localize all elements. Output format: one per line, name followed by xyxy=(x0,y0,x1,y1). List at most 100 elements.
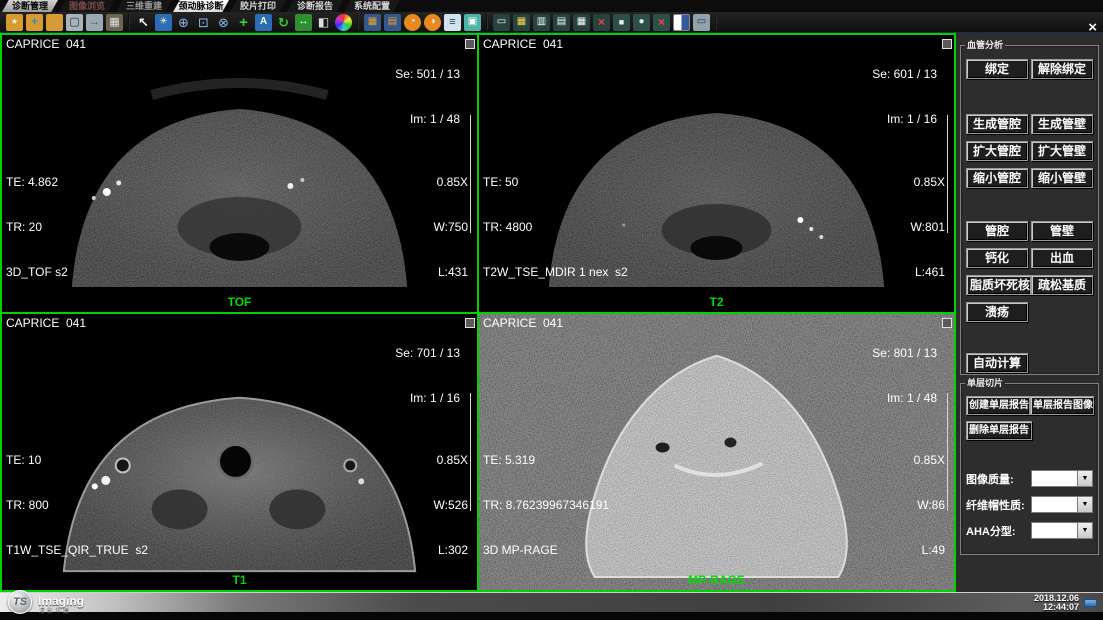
calcification-button[interactable]: 钙化 xyxy=(966,248,1028,268)
patient-id: CAPRICE 041 xyxy=(483,37,563,52)
tab-diagnosis-management[interactable]: 诊断管理 xyxy=(2,0,58,12)
patient-id: CAPRICE 041 xyxy=(483,316,563,331)
refresh-icon[interactable]: ↻ xyxy=(275,14,292,31)
view-two-row-icon[interactable]: ▤ xyxy=(553,14,570,31)
view-single-icon[interactable]: ▭ xyxy=(493,14,510,31)
folder-add-icon[interactable]: + xyxy=(26,14,43,31)
series-text: Se: 601 / 13 xyxy=(872,67,937,82)
view-two-col-icon[interactable]: ▥ xyxy=(533,14,550,31)
tr-text: TR: 20 xyxy=(6,220,68,235)
te-text: TE: 4.862 xyxy=(6,175,68,190)
close-icon[interactable]: × xyxy=(1088,21,1097,35)
fibrous-cap-dropdown[interactable]: ▼ xyxy=(1031,496,1093,513)
invert-icon[interactable]: ◧ xyxy=(315,14,332,31)
series-info: Se: 501 / 13 Im: 1 / 48 xyxy=(395,37,460,157)
image-scrollbar-thumb[interactable] xyxy=(465,318,475,328)
folder-new-icon[interactable]: ★ xyxy=(6,14,23,31)
fit-screen-icon[interactable]: ↔ xyxy=(295,14,312,31)
cursor-icon[interactable]: ↖ xyxy=(135,14,152,31)
image-scrollbar-thumb[interactable] xyxy=(465,39,475,49)
timer-icon[interactable]: ◔ xyxy=(404,14,421,31)
palette-icon[interactable] xyxy=(335,14,352,31)
auto-calculate-button[interactable]: 自动计算 xyxy=(966,353,1028,373)
display-icon[interactable]: ▢ xyxy=(66,14,83,31)
expand-lumen-button[interactable]: 扩大管腔 xyxy=(966,141,1028,161)
datetime-display: 2018.12.06 12:44:07 xyxy=(1034,594,1079,612)
ulcer-button[interactable]: 溃疡 xyxy=(966,302,1028,322)
slice-report-image-button[interactable]: 单层报告图像 xyxy=(1030,396,1094,415)
image-scrollbar-track[interactable] xyxy=(470,393,471,511)
export-image-icon[interactable]: ▣ xyxy=(464,14,481,31)
generate-wall-button[interactable]: 生成管壁 xyxy=(1031,114,1093,134)
unbind-button[interactable]: 解除绑定 xyxy=(1031,59,1093,79)
tab-3d-reconstruction[interactable]: 三维重建 xyxy=(116,0,172,12)
image-text: Im: 1 / 16 xyxy=(395,391,460,406)
viewport-tof[interactable]: CAPRICE 041 Se: 501 / 13 Im: 1 / 48 TE: … xyxy=(2,35,477,312)
aha-type-dropdown[interactable]: ▼ xyxy=(1031,522,1093,539)
lumen-button[interactable]: 管腔 xyxy=(966,221,1028,241)
image-scrollbar-track[interactable] xyxy=(947,115,948,233)
tab-carotid-diagnosis[interactable]: 颈动脉诊断 xyxy=(173,0,229,12)
patient-id: CAPRICE 041 xyxy=(6,37,86,52)
image-quality-value[interactable] xyxy=(1031,470,1077,487)
compare-view-icon[interactable] xyxy=(673,14,690,31)
series-info: Se: 801 / 13 Im: 1 / 48 xyxy=(872,316,937,436)
roi-delete-icon[interactable]: × xyxy=(653,14,670,31)
series-layout-icon[interactable]: ▤ xyxy=(384,14,401,31)
wall-button[interactable]: 管壁 xyxy=(1031,221,1093,241)
window-level-icon[interactable]: ☀ xyxy=(155,14,172,31)
expand-wall-button[interactable]: 扩大管壁 xyxy=(1031,141,1093,161)
viewport-mprage[interactable]: CAPRICE 041 Se: 801 / 13 Im: 1 / 48 TE: … xyxy=(479,314,954,590)
tab-system-config[interactable]: 系统配置 xyxy=(344,0,400,12)
generate-lumen-button[interactable]: 生成管腔 xyxy=(966,114,1028,134)
status-bar-lower-strip xyxy=(0,612,1103,620)
analysis-panel: × 血管分析 绑定 解除绑定 生成管腔 生成管壁 扩大管腔 扩大管壁 缩小管腔 … xyxy=(956,33,1103,592)
pan-icon[interactable]: + xyxy=(235,14,252,31)
shrink-wall-button[interactable]: 缩小管壁 xyxy=(1031,168,1093,188)
aha-type-value[interactable] xyxy=(1031,522,1077,539)
delete-slice-report-button[interactable]: 删除单层报告 xyxy=(966,421,1032,440)
roi-ellipse-icon[interactable]: ● xyxy=(633,14,650,31)
loose-matrix-button[interactable]: 疏松基质 xyxy=(1031,275,1093,295)
tab-image-browse[interactable]: 图像浏览 xyxy=(59,0,115,12)
chevron-down-icon[interactable]: ▼ xyxy=(1077,496,1093,513)
image-scrollbar-track[interactable] xyxy=(947,393,948,511)
lipid-necrotic-core-button[interactable]: 脂质坏死核 xyxy=(966,275,1031,295)
image-scrollbar-thumb[interactable] xyxy=(942,39,952,49)
report-icon[interactable]: ≡ xyxy=(444,14,461,31)
archive-icon[interactable]: ▦ xyxy=(106,14,123,31)
tab-film-print[interactable]: 胶片打印 xyxy=(230,0,286,12)
annotation-icon[interactable]: A xyxy=(255,14,272,31)
cine-layout-icon[interactable]: ▦ xyxy=(364,14,381,31)
send-display-icon[interactable]: → xyxy=(86,14,103,31)
folder-import-icon[interactable]: → xyxy=(46,14,63,31)
viewport-t1[interactable]: CAPRICE 041 Se: 701 / 13 Im: 1 / 16 TE: … xyxy=(2,314,477,590)
hemorrhage-button[interactable]: 出血 xyxy=(1031,248,1093,268)
roi-rect-icon[interactable]: ■ xyxy=(613,14,630,31)
window-text: W:86 xyxy=(914,498,945,513)
chevron-down-icon[interactable]: ▼ xyxy=(1077,470,1093,487)
view-grid-close-icon[interactable]: × xyxy=(593,14,610,31)
capture-icon[interactable]: ▭ xyxy=(693,14,710,31)
zoom-actual-icon[interactable]: ⊗ xyxy=(215,14,232,31)
image-scrollbar-track[interactable] xyxy=(470,115,471,233)
acquisition-info: TE: 4.862 TR: 20 3D_TOF s2 xyxy=(6,145,68,310)
level-text: L:49 xyxy=(914,543,945,558)
zoom-in-icon[interactable]: ⊕ xyxy=(175,14,192,31)
toolbar-image-tools-group: ↖ ☀ ⊕ ⊡ ⊗ + A ↻ ↔ ◧ xyxy=(135,14,352,31)
timer-alt-icon[interactable]: ◑ xyxy=(424,14,441,31)
chevron-down-icon[interactable]: ▼ xyxy=(1077,522,1093,539)
fibrous-cap-value[interactable] xyxy=(1031,496,1077,513)
create-slice-report-button[interactable]: 创建单层报告 xyxy=(966,396,1030,415)
shrink-lumen-button[interactable]: 缩小管腔 xyxy=(966,168,1028,188)
tab-diagnosis-report[interactable]: 诊断报告 xyxy=(287,0,343,12)
acquisition-info: TE: 50 TR: 4800 T2W_TSE_MDIR 1 nex s2 xyxy=(483,145,628,310)
image-scrollbar-thumb[interactable] xyxy=(942,318,952,328)
zoom-text: 0.85X xyxy=(434,175,468,190)
zoom-region-icon[interactable]: ⊡ xyxy=(195,14,212,31)
viewport-t2[interactable]: CAPRICE 041 Se: 601 / 13 Im: 1 / 16 TE: … xyxy=(479,35,954,312)
view-grid-icon[interactable]: ▦ xyxy=(573,14,590,31)
image-quality-dropdown[interactable]: ▼ xyxy=(1031,470,1093,487)
layout-edit-icon[interactable]: ▦ xyxy=(513,14,530,31)
bind-button[interactable]: 绑定 xyxy=(966,59,1028,79)
